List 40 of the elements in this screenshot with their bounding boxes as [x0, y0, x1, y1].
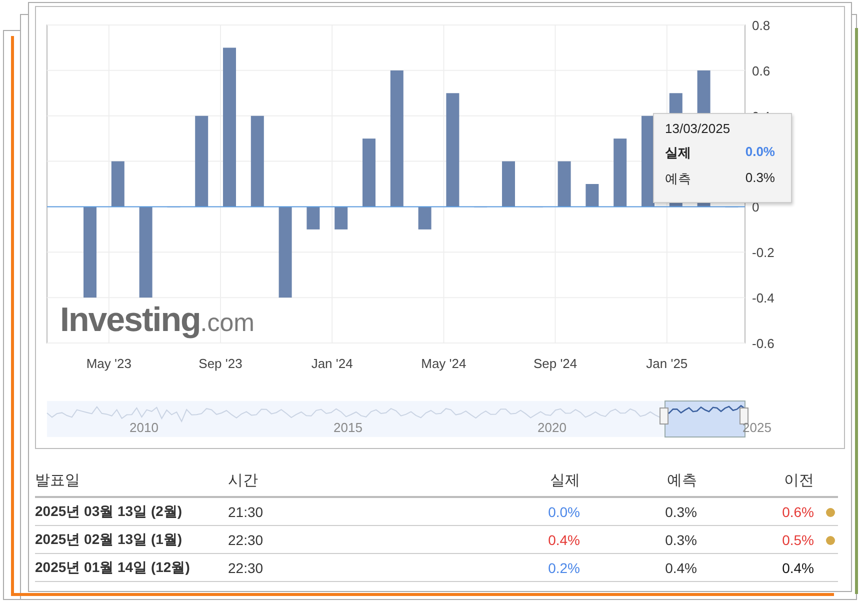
- previous-cell: 0.4%: [697, 554, 814, 582]
- chart-logo: Investing.com: [60, 301, 254, 339]
- y-axis-label: -0.6: [752, 336, 774, 351]
- time-cell: 21:30: [228, 497, 448, 526]
- tooltip-value: 0.3%: [745, 170, 775, 187]
- y-axis-label: -0.2: [752, 245, 774, 260]
- forecast-cell: 0.4%: [580, 554, 697, 582]
- time-cell: 22:30: [228, 526, 448, 554]
- previous-cell: 0.6%: [697, 497, 814, 526]
- column-header: 실제: [448, 467, 580, 497]
- actual-cell: 0.0%: [448, 497, 580, 526]
- x-axis-label: Jan '25: [646, 356, 688, 371]
- y-axis-label: 0.8: [752, 18, 770, 33]
- time-cell: 22:30: [228, 554, 448, 582]
- column-header: 이전: [697, 467, 814, 497]
- tooltip-date: 13/03/2025: [665, 121, 732, 136]
- navigator-label: 2015: [334, 420, 362, 435]
- x-axis-label: Sep '24: [533, 356, 578, 371]
- x-axis-label: May '24: [421, 356, 466, 371]
- x-axis-label: Sep '23: [198, 356, 242, 371]
- actual-cell: 0.4%: [448, 526, 580, 554]
- x-axis-label: Jan '24: [311, 356, 353, 371]
- forecast-cell: 0.3%: [580, 497, 697, 526]
- y-axis-label: 0.6: [752, 63, 770, 78]
- date-cell: 2025년 02월 13일 (1월): [35, 526, 228, 554]
- forecast-cell: 0.3%: [580, 526, 697, 554]
- x-axis-label: May '23: [86, 356, 132, 371]
- navigator-label: 2010: [130, 420, 158, 435]
- date-cell: 2025년 03월 13일 (2월): [35, 497, 228, 526]
- navigator-label: 2020: [538, 420, 566, 435]
- previous-cell: 0.5%: [697, 526, 814, 554]
- y-axis-label: -0.4: [752, 290, 774, 306]
- column-header: 시간: [228, 467, 448, 497]
- tooltip-label: 예측: [665, 170, 691, 188]
- actual-cell: 0.2%: [448, 554, 580, 582]
- column-header: 발표일: [35, 467, 228, 497]
- tooltip-label: 실제: [665, 144, 691, 162]
- column-header: 예측: [580, 467, 697, 497]
- tooltip-value: 0.0%: [745, 144, 775, 161]
- date-cell: 2025년 01월 14일 (12월): [35, 554, 228, 582]
